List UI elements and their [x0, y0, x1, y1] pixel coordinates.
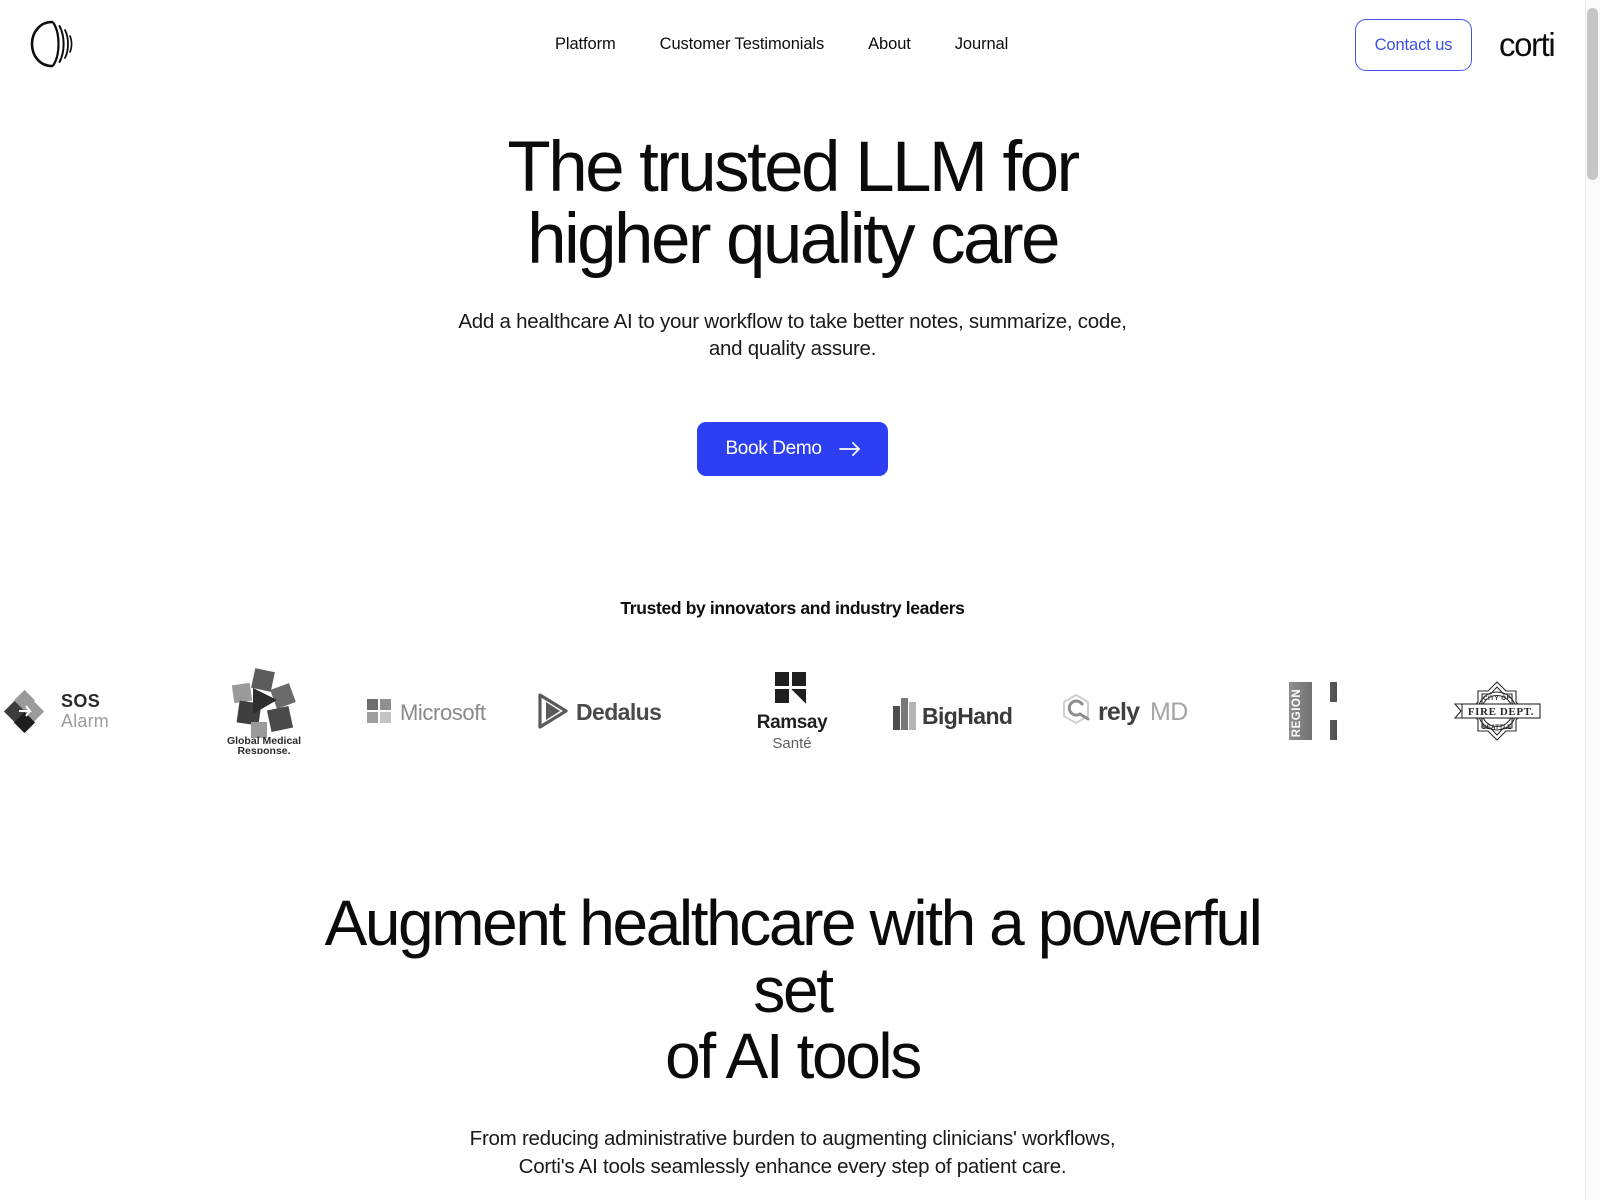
svg-text:CITY OF: CITY OF [1483, 695, 1511, 702]
svg-text:Santé: Santé [773, 735, 812, 752]
partner-logo-region-h: REGION [1233, 668, 1409, 754]
partner-logo-microsoft: Microsoft [352, 668, 528, 754]
svg-text:REGION: REGION [1291, 689, 1303, 737]
page-scrollbar-thumb[interactable] [1587, 8, 1598, 180]
trusted-by-title: Trusted by innovators and industry leade… [620, 598, 965, 618]
site-header: Platform Customer Testimonials About Jou… [0, 0, 1585, 90]
partner-logo-row: SOS Alarm Global Medical Response. Micro… [0, 668, 1585, 754]
hero-subtitle-line-2: and quality assure. [708, 336, 877, 360]
svg-text:BigHand: BigHand [922, 703, 1012, 729]
ai-tools-title: Augment healthcare with a powerful set o… [283, 890, 1303, 1090]
browser-page: Platform Customer Testimonials About Jou… [0, 0, 1600, 1200]
arrow-right-icon [838, 441, 861, 457]
trusted-by-section: Trusted by innovators and industry leade… [0, 598, 1585, 619]
partner-logo-sos-alarm: SOS Alarm [0, 668, 176, 754]
book-demo-button[interactable]: Book Demo [697, 421, 888, 476]
ai-tools-subtitle: From reducing administrative burden to a… [433, 1125, 1153, 1181]
partner-logo-ramsay-sante: Ramsay Santé [704, 668, 880, 754]
nav-item-customer-testimonials[interactable]: Customer Testimonials [660, 33, 825, 55]
partner-logo-global-medical-response: Global Medical Response. [176, 668, 352, 754]
corti-waveform-logo-icon[interactable] [27, 18, 75, 70]
hero-cta-container: Book Demo [0, 421, 1585, 476]
svg-text:Microsoft: Microsoft [400, 700, 486, 725]
page-viewport: Platform Customer Testimonials About Jou… [0, 0, 1585, 1200]
hero-section: The trusted LLM for higher quality care … [0, 131, 1585, 476]
svg-text:SOS: SOS [61, 691, 100, 711]
partner-logo-seattle-fire-dept: CITY OF SEATTLE FIRE DEPT. [1409, 668, 1585, 754]
svg-text:Alarm: Alarm [61, 711, 109, 731]
svg-text:Ramsay: Ramsay [757, 712, 828, 733]
hero-subtitle-line-1: Add a healthcare AI to your workflow to … [458, 309, 1127, 333]
hero-subtitle: Add a healthcare AI to your workflow to … [443, 308, 1143, 362]
primary-nav: Platform Customer Testimonials About Jou… [555, 33, 1008, 55]
ai-tools-section: Augment healthcare with a powerful set o… [0, 890, 1585, 1181]
book-demo-label: Book Demo [725, 437, 822, 459]
hero-title: The trusted LLM for higher quality care [383, 131, 1203, 280]
svg-text:SEATTLE: SEATTLE [1482, 725, 1512, 731]
ai-tools-subtitle-line-1: From reducing administrative burden to a… [469, 1126, 1116, 1150]
partner-logo-dedalus: Dedalus [528, 668, 704, 754]
corti-wordmark: corti [1499, 26, 1556, 63]
svg-text:FIRE DEPT.: FIRE DEPT. [1468, 706, 1534, 718]
contact-us-button[interactable]: Contact us [1355, 19, 1472, 71]
ai-tools-title-line-2: of AI tools [665, 1020, 922, 1093]
partner-logo-relymd: rely MD [1057, 668, 1233, 754]
svg-text:Response.: Response. [238, 745, 291, 754]
hero-title-line-1: The trusted LLM for [507, 128, 1080, 207]
svg-text:MD: MD [1150, 698, 1188, 726]
ai-tools-title-line-1: Augment healthcare with a powerful set [324, 887, 1263, 1026]
nav-item-journal[interactable]: Journal [955, 33, 1009, 55]
svg-text:Dedalus: Dedalus [576, 699, 661, 725]
partner-logo-bighand: BigHand [881, 668, 1057, 754]
nav-item-about[interactable]: About [868, 33, 911, 55]
hero-title-line-2: higher quality care [527, 200, 1060, 280]
nav-item-platform[interactable]: Platform [555, 33, 616, 55]
ai-tools-subtitle-line-2: Corti's AI tools seamlessly enhance ever… [518, 1154, 1067, 1178]
page-scrollbar-track[interactable] [1585, 0, 1600, 1200]
svg-text:rely: rely [1098, 698, 1140, 726]
